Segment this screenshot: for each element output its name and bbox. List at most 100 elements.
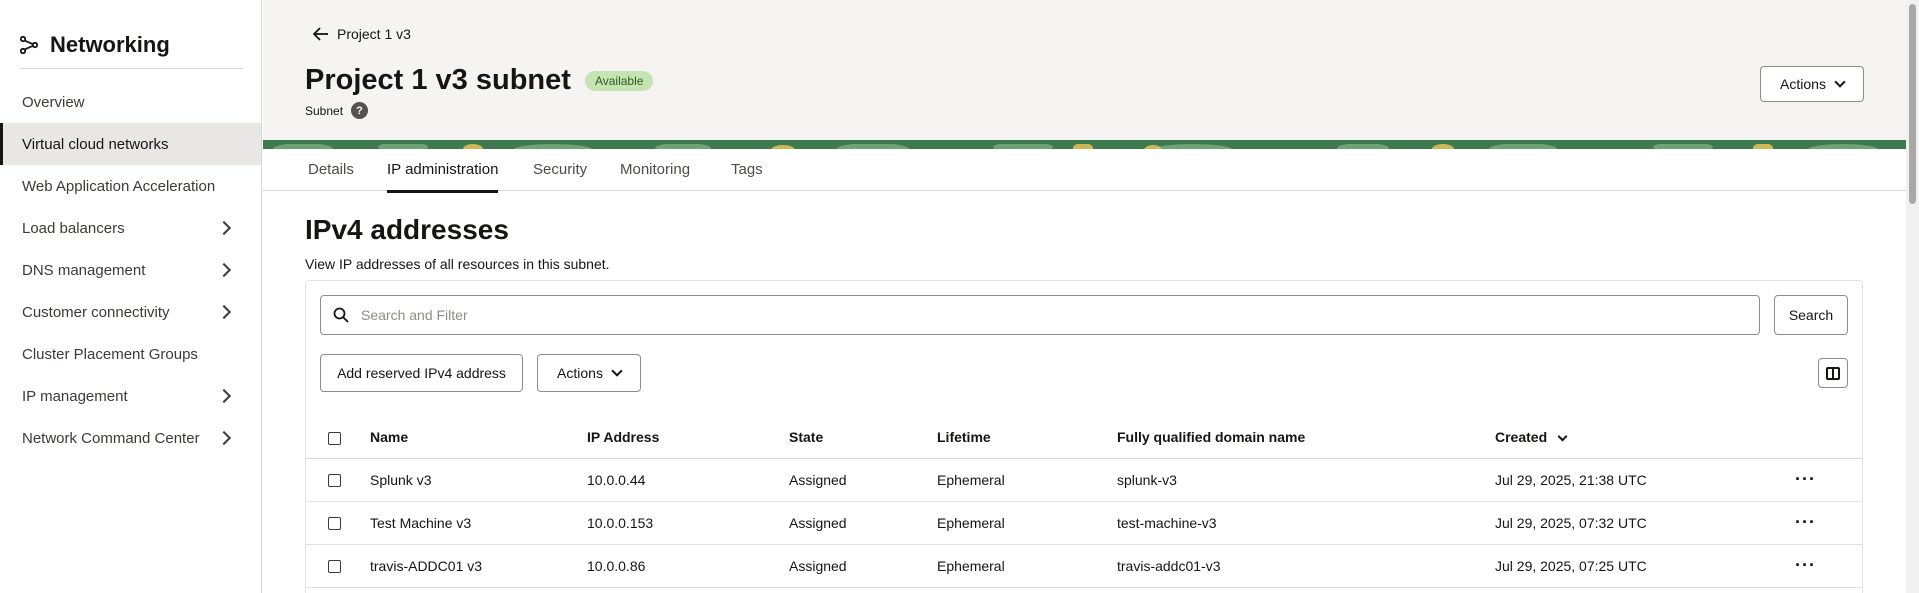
sidebar-item-label: Virtual cloud networks: [22, 135, 169, 153]
back-link-label: Project 1 v3: [337, 26, 411, 42]
row-checkbox[interactable]: [328, 560, 341, 574]
column-settings-button[interactable]: [1818, 358, 1848, 388]
table-row: Test Machine v3 10.0.0.153 Assigned Ephe…: [306, 501, 1862, 545]
column-header-state[interactable]: State: [789, 416, 937, 459]
sidebar-nav: Overview Virtual cloud networks Web Appl…: [0, 81, 261, 459]
tab-security[interactable]: Security: [533, 161, 587, 178]
sidebar-item-ip-management[interactable]: IP management: [0, 375, 261, 417]
search-box: [320, 295, 1760, 335]
sidebar-item-label: Cluster Placement Groups: [22, 345, 198, 363]
chevron-right-icon: [216, 304, 232, 320]
resource-type-label: Subnet: [305, 103, 344, 118]
tab-bar: Details IP administration Security Monit…: [263, 149, 1906, 193]
app-title: Networking: [50, 32, 170, 57]
cell-lifetime: Ephemeral: [937, 458, 1117, 502]
chevron-right-icon: [216, 430, 232, 446]
cell-lifetime: Ephemeral: [937, 544, 1117, 588]
sidebar-item-label: IP management: [22, 387, 128, 405]
cell-fqdn: travis-addc01-v3: [1117, 544, 1495, 588]
row-actions-menu-icon[interactable]: ···: [1795, 469, 1816, 489]
section-description: View IP addresses of all resources in th…: [305, 256, 610, 272]
page-title: Project 1 v3 subnet: [305, 64, 571, 96]
scrollbar-thumb[interactable]: [1909, 4, 1916, 204]
column-header-lifetime[interactable]: Lifetime: [937, 416, 1117, 459]
search-input[interactable]: [361, 307, 1741, 323]
sidebar-divider: [20, 68, 243, 69]
cell-name: travis-ADDC01 v3: [370, 544, 587, 588]
cell-lifetime: Ephemeral: [937, 501, 1117, 545]
row-checkbox[interactable]: [328, 474, 341, 488]
sidebar-item-label: Load balancers: [22, 219, 125, 237]
column-header-created-label: Created: [1495, 428, 1548, 445]
cell-created: Jul 29, 2025, 07:25 UTC: [1495, 544, 1795, 588]
chevron-right-icon: [216, 220, 232, 236]
page-header: Project 1 v3 Project 1 v3 subnet Availab…: [263, 0, 1906, 148]
sort-descending-icon: [1557, 431, 1568, 441]
sidebar-item-overview[interactable]: Overview: [0, 81, 261, 123]
table-header-row: Name IP Address State Lifetime Fully qua…: [306, 416, 1862, 459]
cell-created: Jul 29, 2025, 07:32 UTC: [1495, 501, 1795, 545]
table-actions-button[interactable]: Actions: [537, 354, 641, 392]
sidebar-item-label: Network Command Center: [22, 429, 200, 447]
sidebar: Networking Overview Virtual cloud networ…: [0, 0, 262, 593]
chevron-down-icon: [611, 365, 623, 377]
page-scrollbar[interactable]: [1906, 0, 1919, 593]
cell-state: Assigned: [789, 544, 937, 588]
column-header-ip-address[interactable]: IP Address: [587, 416, 789, 459]
help-icon[interactable]: ?: [351, 102, 369, 119]
chevron-right-icon: [216, 262, 232, 278]
column-header-fqdn[interactable]: Fully qualified domain name: [1117, 416, 1495, 459]
header-actions-label: Actions: [1780, 76, 1826, 92]
table-actions-label: Actions: [557, 365, 603, 381]
row-checkbox[interactable]: [328, 517, 341, 531]
sidebar-item-load-balancers[interactable]: Load balancers: [0, 207, 261, 249]
network-icon: [20, 36, 38, 54]
decorative-banner: [263, 140, 1906, 149]
chevron-right-icon: [216, 388, 232, 404]
tab-monitoring[interactable]: Monitoring: [620, 161, 690, 178]
sidebar-item-web-application-acceleration[interactable]: Web Application Acceleration: [0, 165, 261, 207]
chevron-down-icon: [1834, 76, 1846, 88]
cell-name: Test Machine v3: [370, 501, 587, 545]
cell-fqdn: splunk-v3: [1117, 458, 1495, 502]
header-actions-button[interactable]: Actions: [1760, 66, 1864, 102]
cell-created: Jul 29, 2025, 21:38 UTC: [1495, 458, 1795, 502]
status-badge: Available: [584, 70, 654, 91]
add-reserved-ipv4-label: Add reserved IPv4 address: [337, 365, 506, 381]
cell-name: Splunk v3: [370, 458, 587, 502]
sidebar-item-virtual-cloud-networks[interactable]: Virtual cloud networks: [0, 123, 261, 165]
column-header-created[interactable]: Created: [1495, 416, 1795, 459]
sidebar-item-label: Customer connectivity: [22, 303, 170, 321]
cell-ip-address: 10.0.0.153: [587, 501, 789, 545]
row-actions-menu-icon[interactable]: ···: [1795, 555, 1816, 575]
table-row: travis-ADDC01 v3 10.0.0.86 Assigned Ephe…: [306, 544, 1862, 588]
cell-state: Assigned: [789, 501, 937, 545]
cell-fqdn: test-machine-v3: [1117, 501, 1495, 545]
column-header-name[interactable]: Name: [370, 416, 587, 459]
sidebar-item-customer-connectivity[interactable]: Customer connectivity: [0, 291, 261, 333]
cell-ip-address: 10.0.0.44: [587, 458, 789, 502]
back-link[interactable]: Project 1 v3: [313, 26, 411, 42]
sidebar-item-label: Web Application Acceleration: [22, 177, 216, 195]
add-reserved-ipv4-button[interactable]: Add reserved IPv4 address: [320, 354, 523, 392]
row-actions-menu-icon[interactable]: ···: [1795, 512, 1816, 532]
sidebar-item-cluster-placement-groups[interactable]: Cluster Placement Groups: [0, 333, 261, 375]
search-button[interactable]: Search: [1774, 295, 1848, 335]
search-icon: [333, 307, 349, 323]
sidebar-item-label: Overview: [22, 93, 85, 111]
title-row: Project 1 v3 subnet Available: [305, 64, 654, 97]
sidebar-item-network-command-center[interactable]: Network Command Center: [0, 417, 261, 459]
table-row: Splunk v3 10.0.0.44 Assigned Ephemeral s…: [306, 458, 1862, 502]
select-all-checkbox[interactable]: [328, 431, 341, 445]
ip-addresses-panel: Search Add reserved IPv4 address Actions…: [305, 280, 1863, 593]
ip-addresses-table: Name IP Address State Lifetime Fully qua…: [306, 416, 1862, 588]
cell-state: Assigned: [789, 458, 937, 502]
sidebar-item-dns-management[interactable]: DNS management: [0, 249, 261, 291]
arrow-left-icon: [313, 27, 328, 41]
tab-details[interactable]: Details: [308, 161, 354, 178]
cell-ip-address: 10.0.0.86: [587, 544, 789, 588]
tab-tags[interactable]: Tags: [731, 161, 763, 178]
tab-ip-administration[interactable]: IP administration: [387, 161, 499, 193]
sidebar-item-label: DNS management: [22, 261, 146, 279]
section-title: IPv4 addresses: [305, 214, 509, 245]
